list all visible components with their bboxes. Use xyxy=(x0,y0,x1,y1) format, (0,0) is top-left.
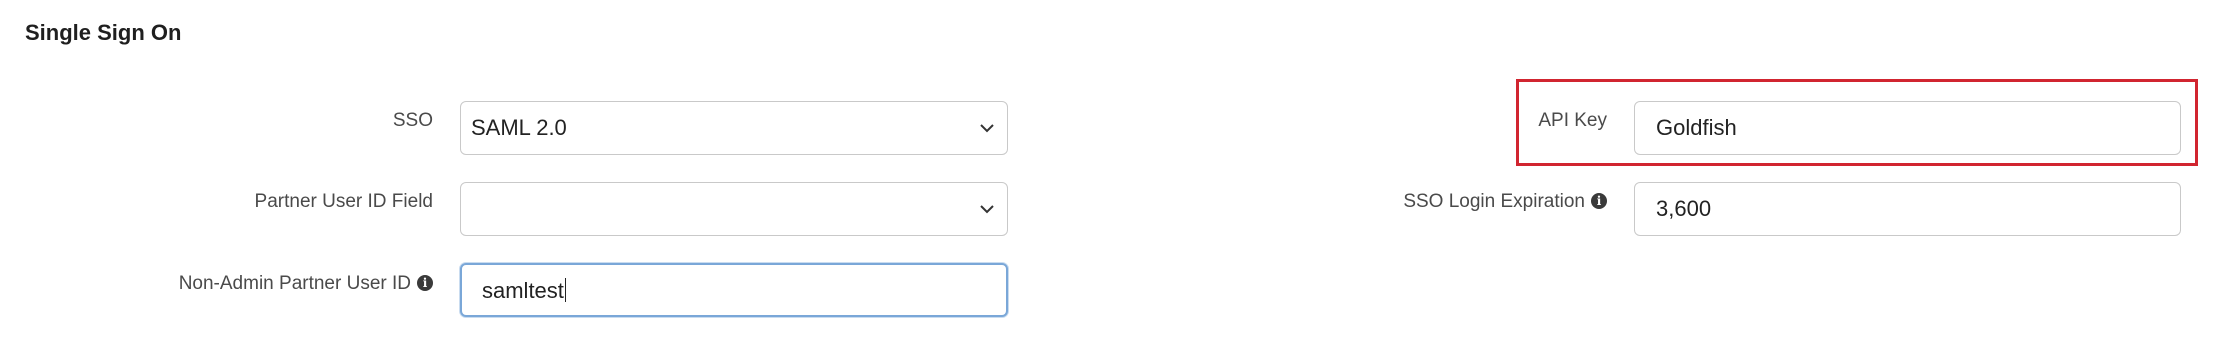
partner-user-id-field-label: Partner User ID Field xyxy=(255,190,433,214)
api-key-value: Goldfish xyxy=(1656,115,1737,140)
api-key-label-text: API Key xyxy=(1538,110,1607,131)
sso-login-expiration-label-text: SSO Login Expiration xyxy=(1403,191,1585,212)
non-admin-partner-user-id-label: Non-Admin Partner User ID i xyxy=(179,272,433,296)
chevron-down-icon xyxy=(980,205,994,214)
single-sign-on-panel: Single Sign On SSO SAML 2.0 Partner User… xyxy=(0,0,2221,363)
partner-user-id-field-label-text: Partner User ID Field xyxy=(254,191,433,212)
sso-select-value: SAML 2.0 xyxy=(471,115,567,140)
info-circle-icon[interactable]: i xyxy=(1591,193,1607,209)
partner-user-id-field-select[interactable] xyxy=(460,182,1008,236)
non-admin-partner-user-id-input[interactable]: samltest xyxy=(460,263,1008,317)
sso-login-expiration-value: 3,600 xyxy=(1656,196,1712,221)
api-key-label: API Key xyxy=(1538,109,1607,133)
sso-label: SSO xyxy=(393,109,433,133)
sso-login-expiration-label: SSO Login Expiration i xyxy=(1403,190,1607,214)
non-admin-partner-user-id-label-text: Non-Admin Partner User ID xyxy=(178,273,411,294)
text-cursor xyxy=(564,278,567,302)
sso-select[interactable]: SAML 2.0 xyxy=(460,101,1008,155)
sso-login-expiration-input[interactable]: 3,600 xyxy=(1634,182,2181,236)
chevron-down-icon xyxy=(980,124,994,133)
non-admin-partner-user-id-value: samltest xyxy=(482,278,564,303)
info-circle-icon[interactable]: i xyxy=(417,275,433,291)
section-title: Single Sign On xyxy=(25,20,182,45)
sso-label-text: SSO xyxy=(392,110,433,131)
api-key-input[interactable]: Goldfish xyxy=(1634,101,2181,155)
